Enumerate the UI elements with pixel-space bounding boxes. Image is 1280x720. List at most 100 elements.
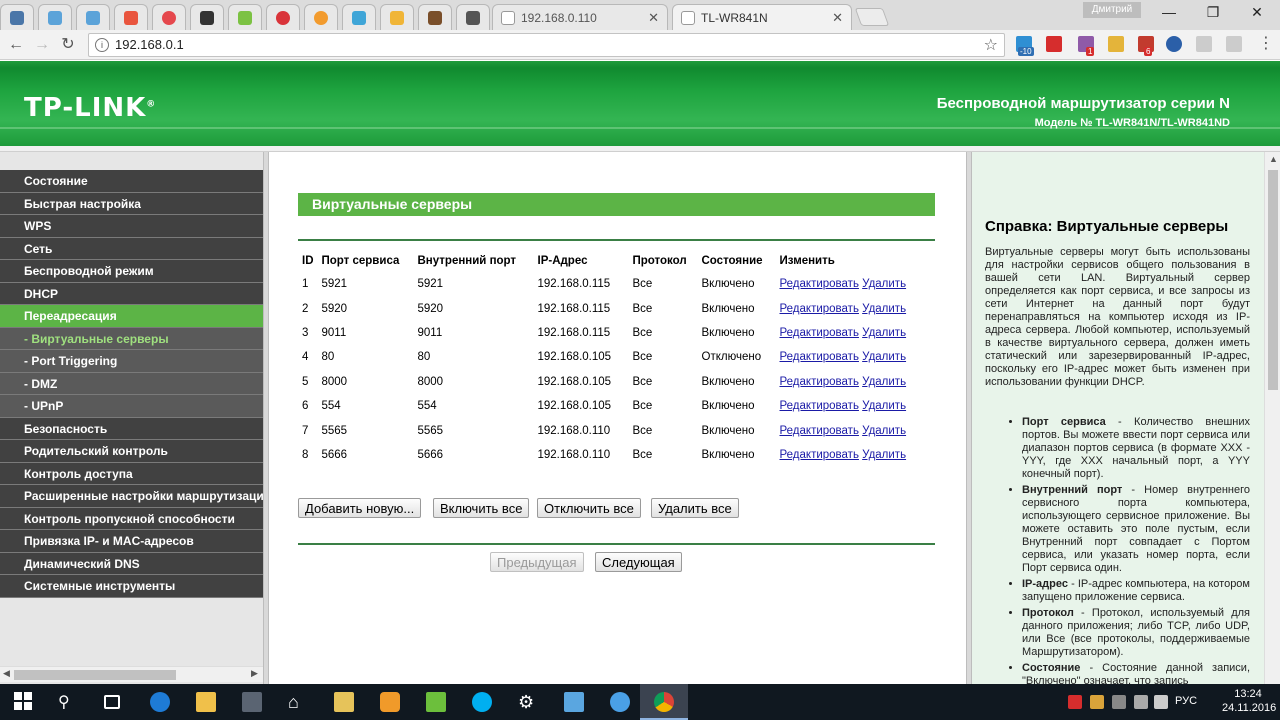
sidebar-item[interactable]: - Виртуальные серверы — [0, 327, 263, 350]
delete-link[interactable]: Удалить — [862, 278, 906, 290]
profile-button[interactable]: Дмитрий — [1083, 2, 1141, 18]
new-tab-button[interactable] — [854, 8, 890, 26]
pinned-tab[interactable] — [114, 4, 148, 30]
next-page-button[interactable]: Следующая — [595, 552, 682, 572]
close-tab-icon[interactable]: ✕ — [648, 10, 659, 26]
skype-icon[interactable] — [472, 692, 492, 712]
windows-start-icon[interactable] — [14, 692, 34, 712]
menu-icon[interactable]: ⋮ — [1256, 34, 1276, 54]
search-icon[interactable]: ⚲ — [58, 692, 78, 712]
extension-icon[interactable] — [1196, 36, 1212, 52]
sidebar-item[interactable]: Безопасность — [0, 417, 263, 440]
browser-tab-active[interactable]: TL-WR841N ✕ — [672, 4, 852, 30]
sidebar-item[interactable]: Привязка IP- и MAC-адресов — [0, 530, 263, 553]
delete-link[interactable]: Удалить — [862, 376, 906, 388]
taskbar-active-app[interactable] — [640, 684, 688, 720]
sidebar-item[interactable]: Быстрая настройка — [0, 192, 263, 215]
close-tab-icon[interactable]: ✕ — [832, 10, 843, 26]
sidebar-item[interactable]: Расширенные настройки маршрутизации — [0, 485, 263, 508]
gear-icon[interactable]: ⚙ — [518, 692, 538, 712]
delete-link[interactable]: Удалить — [862, 327, 906, 339]
pinned-tab[interactable] — [456, 4, 490, 30]
app-icon[interactable] — [380, 692, 400, 712]
minimize-icon[interactable]: — — [1154, 4, 1184, 22]
tray-icon[interactable] — [1068, 695, 1082, 709]
delete-link[interactable]: Удалить — [862, 303, 906, 315]
enable-all-button[interactable]: Включить все — [433, 498, 530, 518]
extension-icon[interactable] — [1108, 36, 1124, 52]
delete-link[interactable]: Удалить — [862, 400, 906, 412]
delete-link[interactable]: Удалить — [862, 449, 906, 461]
sidebar-item[interactable]: Родительский контроль — [0, 440, 263, 463]
edit-link[interactable]: Редактировать — [780, 303, 859, 315]
pinned-tab[interactable] — [418, 4, 452, 30]
edit-link[interactable]: Редактировать — [780, 278, 859, 290]
sidebar-item[interactable]: DHCP — [0, 282, 263, 305]
cloud-app-icon[interactable] — [426, 692, 446, 712]
network-icon[interactable] — [1134, 695, 1148, 709]
edit-link[interactable]: Редактировать — [780, 400, 859, 412]
maximize-icon[interactable]: ❐ — [1198, 4, 1228, 22]
reload-icon[interactable]: ↻ — [58, 35, 78, 55]
sidebar-item[interactable]: - DMZ — [0, 372, 263, 395]
bookmark-star-icon[interactable]: ☆ — [984, 35, 998, 55]
task-view-icon[interactable] — [104, 695, 120, 709]
cloud-extension-icon[interactable] — [1166, 36, 1182, 52]
pinned-tab[interactable] — [228, 4, 262, 30]
pinned-tab[interactable] — [0, 4, 34, 30]
add-new-button[interactable]: Добавить новую... — [298, 498, 422, 518]
scroll-left-icon[interactable]: ◀ — [3, 668, 10, 679]
language-indicator[interactable]: РУС — [1175, 695, 1197, 707]
edge-icon[interactable] — [150, 692, 170, 712]
delete-link[interactable]: Удалить — [862, 425, 906, 437]
sidebar-item[interactable]: Системные инструменты — [0, 575, 263, 598]
edit-link[interactable]: Редактировать — [780, 425, 859, 437]
sidebar-item[interactable]: Динамический DNS — [0, 552, 263, 575]
horizontal-scrollbar[interactable]: ◀ ▶ — [0, 666, 263, 682]
tray-icon[interactable] — [1112, 695, 1126, 709]
chat-icon[interactable] — [610, 692, 630, 712]
sidebar-item[interactable]: Переадресация — [0, 305, 263, 328]
extension-icon[interactable] — [1226, 36, 1242, 52]
delete-link[interactable]: Удалить — [862, 351, 906, 363]
folder-icon[interactable] — [196, 692, 216, 712]
sidebar-item[interactable]: Состояние — [0, 170, 263, 193]
pinned-tab[interactable] — [76, 4, 110, 30]
close-icon[interactable]: ✕ — [1242, 4, 1272, 22]
pinned-tab[interactable] — [380, 4, 414, 30]
pinned-tab[interactable] — [190, 4, 224, 30]
store-icon[interactable] — [242, 692, 262, 712]
sidebar-item[interactable]: Контроль пропускной способности — [0, 507, 263, 530]
info-icon[interactable]: i — [95, 38, 109, 52]
pinned-tab[interactable] — [342, 4, 376, 30]
edit-link[interactable]: Редактировать — [780, 351, 859, 363]
tray-icon[interactable] — [1090, 695, 1104, 709]
pinned-tab[interactable] — [304, 4, 338, 30]
pdf-extension-icon[interactable] — [1046, 36, 1062, 52]
edit-link[interactable]: Редактировать — [780, 376, 859, 388]
delete-all-button[interactable]: Удалить все — [651, 498, 739, 518]
sidebar-item[interactable]: - Port Triggering — [0, 350, 263, 373]
previous-page-button[interactable]: Предыдущая — [490, 552, 584, 572]
edit-link[interactable]: Редактировать — [780, 449, 859, 461]
scroll-thumb[interactable] — [1268, 170, 1278, 390]
pinned-tab[interactable] — [38, 4, 72, 30]
sidebar-item[interactable]: Контроль доступа — [0, 462, 263, 485]
remote-desktop-icon[interactable] — [564, 692, 584, 712]
volume-icon[interactable] — [1154, 695, 1168, 709]
scroll-right-icon[interactable]: ▶ — [251, 668, 258, 679]
browser-tab[interactable]: 192.168.0.110 ✕ — [492, 4, 668, 30]
sidebar-item[interactable]: - UPnP — [0, 395, 263, 418]
scroll-thumb[interactable] — [14, 670, 176, 680]
address-bar[interactable]: i 192.168.0.1 ☆ — [88, 33, 1005, 57]
scroll-up-icon[interactable]: ▲ — [1269, 154, 1278, 164]
clock[interactable]: 13:24 24.11.2016 — [1222, 687, 1276, 715]
pinned-tab[interactable] — [152, 4, 186, 30]
sidebar-item[interactable]: WPS — [0, 215, 263, 238]
back-icon[interactable]: ← — [6, 35, 26, 55]
sidebar-item[interactable]: Сеть — [0, 237, 263, 260]
disable-all-button[interactable]: Отключить все — [537, 498, 641, 518]
forward-icon[interactable]: → — [32, 35, 52, 55]
home-icon[interactable]: ⌂ — [288, 692, 308, 712]
pinned-tab[interactable] — [266, 4, 300, 30]
